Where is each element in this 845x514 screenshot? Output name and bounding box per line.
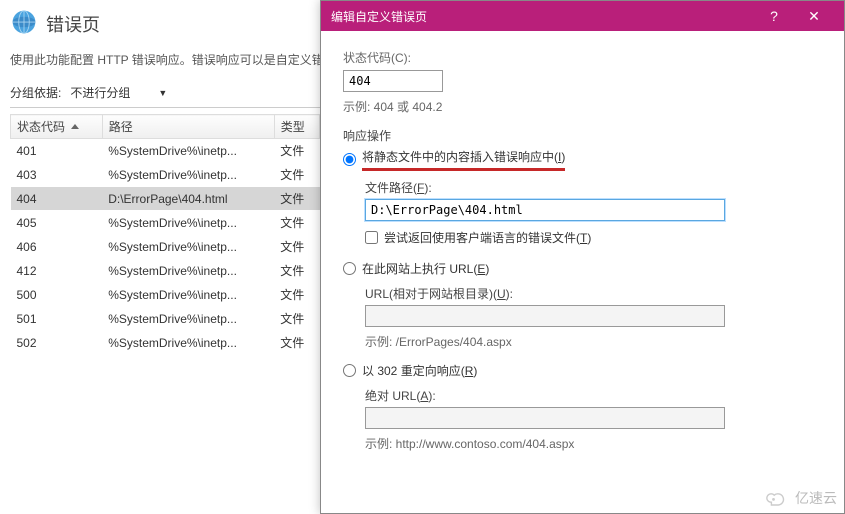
table-row[interactable]: 401%SystemDrive%\inetp...文件: [11, 139, 320, 163]
cell-code: 404: [11, 187, 103, 211]
cell-type: 文件: [274, 187, 319, 211]
checkbox-client-lang-label[interactable]: 尝试返回使用客户端语言的错误文件(T): [384, 229, 591, 246]
close-button[interactable]: ✕: [794, 8, 834, 25]
cell-path: %SystemDrive%\inetp...: [102, 259, 274, 283]
cell-code: 405: [11, 211, 103, 235]
url-relative-label: URL(相对于网站根目录)(U):: [365, 285, 822, 302]
watermark: 亿速云: [763, 488, 837, 508]
abs-url-input[interactable]: [365, 407, 725, 429]
status-code-label: 状态代码(C):: [343, 49, 822, 66]
file-path-label: 文件路径(F):: [365, 179, 822, 196]
cell-type: 文件: [274, 307, 319, 331]
cell-code: 403: [11, 163, 103, 187]
table-row[interactable]: 406%SystemDrive%\inetp...文件: [11, 235, 320, 259]
edit-error-page-dialog: 编辑自定义错误页 ? ✕ 状态代码(C): 示例: 404 或 404.2 响应…: [320, 0, 845, 514]
cell-code: 502: [11, 331, 103, 355]
cell-path: %SystemDrive%\inetp...: [102, 283, 274, 307]
group-by-value: 不进行分组: [70, 84, 130, 101]
table-row[interactable]: 403%SystemDrive%\inetp...文件: [11, 163, 320, 187]
dialog-title: 编辑自定义错误页: [331, 8, 427, 25]
cell-code: 412: [11, 259, 103, 283]
cell-path: %SystemDrive%\inetp...: [102, 139, 274, 163]
cell-path: D:\ErrorPage\404.html: [102, 187, 274, 211]
cell-type: 文件: [274, 259, 319, 283]
response-action-label: 响应操作: [343, 127, 822, 144]
url-relative-example: 示例: /ErrorPages/404.aspx: [365, 333, 822, 350]
radio-static-file-label[interactable]: 将静态文件中的内容插入错误响应中(I): [362, 148, 565, 171]
table-row[interactable]: 501%SystemDrive%\inetp...文件: [11, 307, 320, 331]
file-path-input[interactable]: [365, 199, 725, 221]
cell-path: %SystemDrive%\inetp...: [102, 331, 274, 355]
radio-static-file[interactable]: [343, 153, 356, 166]
help-button[interactable]: ?: [754, 8, 794, 24]
cell-type: 文件: [274, 331, 319, 355]
chevron-down-icon: ▼: [158, 88, 167, 98]
cell-type: 文件: [274, 235, 319, 259]
col-path[interactable]: 路径: [102, 115, 274, 139]
globe-icon: [10, 8, 38, 39]
status-code-example: 示例: 404 或 404.2: [343, 98, 822, 115]
cell-type: 文件: [274, 211, 319, 235]
url-relative-input[interactable]: [365, 305, 725, 327]
table-row[interactable]: 412%SystemDrive%\inetp...文件: [11, 259, 320, 283]
radio-execute-url[interactable]: [343, 262, 356, 275]
cell-code: 500: [11, 283, 103, 307]
page-title: 错误页: [46, 11, 100, 37]
table-row[interactable]: 502%SystemDrive%\inetp...文件: [11, 331, 320, 355]
group-by-label: 分组依据:: [10, 84, 61, 101]
radio-redirect[interactable]: [343, 364, 356, 377]
status-code-input[interactable]: [343, 70, 443, 92]
abs-url-example: 示例: http://www.contoso.com/404.aspx: [365, 435, 822, 452]
checkbox-client-lang[interactable]: [365, 231, 378, 244]
cell-path: %SystemDrive%\inetp...: [102, 235, 274, 259]
cell-code: 501: [11, 307, 103, 331]
cell-path: %SystemDrive%\inetp...: [102, 211, 274, 235]
cell-code: 406: [11, 235, 103, 259]
cell-type: 文件: [274, 139, 319, 163]
col-status[interactable]: 状态代码: [11, 115, 103, 139]
abs-url-label: 绝对 URL(A):: [365, 387, 822, 404]
cell-type: 文件: [274, 283, 319, 307]
group-by-dropdown[interactable]: 不进行分组 ▼: [67, 82, 170, 103]
radio-redirect-label[interactable]: 以 302 重定向响应(R): [362, 362, 477, 379]
cell-path: %SystemDrive%\inetp...: [102, 307, 274, 331]
table-row[interactable]: 500%SystemDrive%\inetp...文件: [11, 283, 320, 307]
table-row[interactable]: 405%SystemDrive%\inetp...文件: [11, 211, 320, 235]
cell-code: 401: [11, 139, 103, 163]
cell-path: %SystemDrive%\inetp...: [102, 163, 274, 187]
error-pages-table: 状态代码 路径 类型 401%SystemDrive%\inetp...文件40…: [10, 114, 320, 355]
radio-execute-url-label[interactable]: 在此网站上执行 URL(E): [362, 260, 489, 277]
col-type[interactable]: 类型: [274, 115, 319, 139]
table-row[interactable]: 404D:\ErrorPage\404.html文件: [11, 187, 320, 211]
cell-type: 文件: [274, 163, 319, 187]
